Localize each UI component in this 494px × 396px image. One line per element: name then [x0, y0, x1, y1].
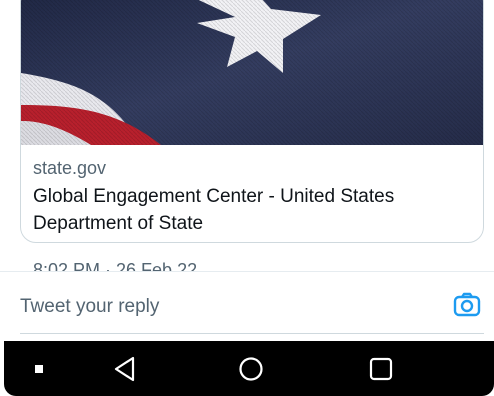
reply-input[interactable]: Tweet your reply	[20, 296, 159, 318]
back-button[interactable]	[110, 341, 140, 396]
link-preview-image[interactable]	[21, 0, 483, 145]
link-domain: state.gov	[33, 158, 107, 178]
reply-input-underline	[20, 333, 484, 334]
camera-button[interactable]	[452, 290, 482, 320]
android-navigation-bar	[4, 341, 494, 396]
home-circle-icon	[239, 356, 263, 381]
link-preview-text: state.gov Global Engagement Center - Uni…	[33, 157, 471, 237]
link-title: Global Engagement Center - United States…	[33, 186, 395, 234]
reply-composer: Tweet your reply	[0, 271, 494, 342]
tweet-detail-screen: state.gov Global Engagement Center - Uni…	[0, 0, 494, 396]
home-button[interactable]	[236, 341, 266, 396]
recents-button[interactable]	[366, 341, 396, 396]
flag-photo-icon	[21, 0, 483, 145]
square-dot-button[interactable]	[26, 341, 52, 396]
camera-icon	[453, 292, 481, 317]
recents-square-icon	[369, 357, 393, 380]
back-triangle-icon	[114, 356, 135, 381]
square-dot-icon	[35, 364, 43, 373]
link-preview-card[interactable]: state.gov Global Engagement Center - Uni…	[20, 0, 484, 243]
